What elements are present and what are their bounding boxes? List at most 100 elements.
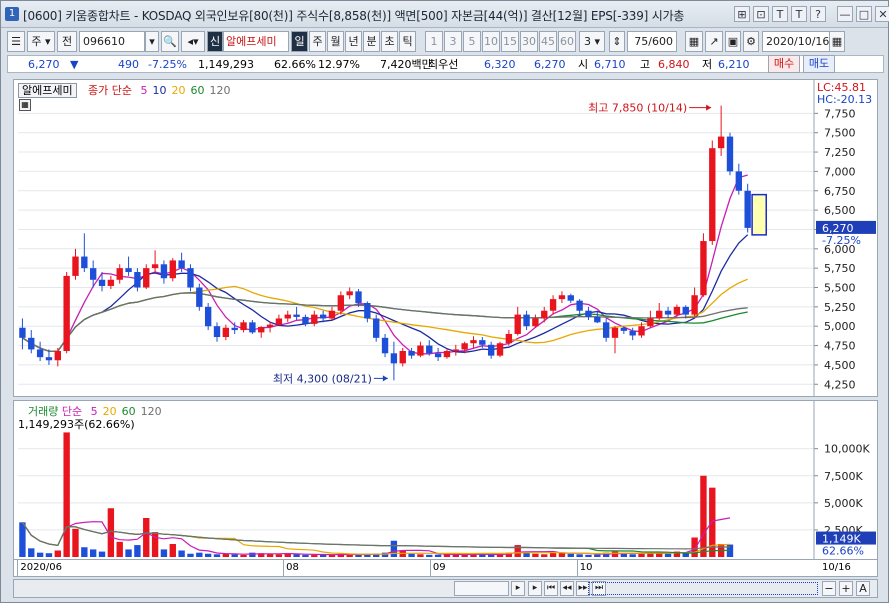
interval-button-10[interactable]: 10 [482, 31, 500, 52]
x-axis-label-0: 2020/06 [20, 562, 62, 573]
rewind-icon[interactable]: ◂◂ [560, 581, 574, 596]
page-count-input[interactable]: 75/600 [627, 31, 677, 52]
period-tab-1[interactable]: 주 [309, 31, 326, 52]
ma-legend-120[interactable]: 120 [209, 84, 230, 97]
volume-bar-58 [532, 553, 539, 557]
period-tab-5[interactable]: 초 [381, 31, 398, 52]
save-icon[interactable]: ▣ [725, 31, 741, 52]
window-list-icon[interactable]: ⊞ [734, 6, 750, 22]
x-axis-tick-2 [429, 560, 431, 576]
interval-button-30[interactable]: 30 [520, 31, 538, 52]
interval-button-60[interactable]: 60 [558, 31, 576, 52]
week-mode-label: 주 [31, 35, 42, 48]
candle-body-3 [45, 357, 53, 361]
volume-value: 1,149,293 [198, 58, 254, 71]
stock-code-dropdown[interactable]: ▾ [145, 31, 159, 52]
zoom-out-icon[interactable]: − [822, 581, 836, 596]
table-icon[interactable]: ▦ [19, 99, 31, 111]
trade-amount: 7,420백만 [380, 58, 432, 71]
interval-button-45[interactable]: 45 [539, 31, 557, 52]
best-quote-label: 최우선 [428, 58, 459, 71]
candle-body-76 [691, 295, 698, 315]
candle-body-52 [479, 340, 486, 345]
period-tab-4[interactable]: 분 [363, 31, 380, 52]
buy-button[interactable]: 매수 [768, 55, 800, 73]
candle-body-45 [417, 345, 424, 356]
period-tab-3[interactable]: 년 [345, 31, 362, 52]
sell-button[interactable]: 매도 [803, 55, 835, 73]
period-tab-0[interactable]: 일 [291, 31, 308, 52]
first-icon[interactable]: ⏮ [544, 581, 558, 596]
maximize-icon[interactable]: □ [856, 6, 872, 22]
candle-body-77 [700, 241, 707, 296]
price-chart-panel[interactable]: 4,250 4,500 4,750 5,000 5,250 5,500 5,750 6,000… [13, 79, 878, 397]
play-icon[interactable]: ▸ [528, 581, 542, 596]
zoom-in-icon[interactable]: + [839, 581, 853, 596]
price-tick-label-10: 6,750 [824, 185, 856, 198]
scroll-right-icon[interactable]: ▸ [511, 581, 525, 596]
volume-bar-64 [585, 554, 592, 557]
window-badge[interactable]: 1 [5, 7, 19, 21]
volume-bar-20 [196, 552, 203, 557]
current-price: 6,270 [28, 58, 60, 71]
interval-button-3[interactable]: 3 [444, 31, 462, 52]
menu-toggle-button[interactable]: ☰ [7, 31, 25, 52]
candle-body-46 [426, 345, 433, 354]
ma-legend-60[interactable]: 60 [190, 84, 204, 97]
period-tab-2[interactable]: 월 [327, 31, 344, 52]
interval-button-5[interactable]: 5 [463, 31, 481, 52]
week-mode-select[interactable]: 주 ▾ [27, 31, 55, 52]
close-icon[interactable]: ✕ [875, 6, 889, 22]
candle-body-19 [187, 268, 194, 288]
link-icon[interactable]: ⊡ [753, 6, 769, 22]
volume-bar-25 [240, 554, 247, 557]
candle-body-34 [319, 314, 327, 319]
volume-chart-svg[interactable]: 2,500K5,000K7,500K10,000K1,149K62.66% [14, 401, 877, 559]
prev-button[interactable]: 전 [57, 31, 77, 52]
volume-bar-13 [134, 545, 141, 557]
volume-bar-2 [36, 552, 44, 557]
volume-bar-4 [54, 550, 61, 557]
candle-body-79 [717, 136, 725, 149]
volume-bar-6 [72, 528, 79, 557]
stock-code-input[interactable]: 096610 [79, 31, 145, 52]
price-stock-label[interactable]: 알에프세미 [18, 83, 77, 98]
scroll-thumb[interactable] [454, 581, 509, 596]
date-input[interactable]: 2020/10/16 [762, 31, 830, 52]
auto-scale-icon[interactable]: A [856, 581, 870, 596]
x-axis: 2020/06 08 09 10 10/16 [13, 560, 878, 577]
volume-bar-9 [98, 551, 106, 557]
calendar-icon[interactable]: ▦ [829, 31, 845, 52]
spin-icon[interactable]: ⇕ [609, 31, 625, 52]
ma-legend-5[interactable]: 5 [140, 84, 147, 97]
minimize-icon[interactable]: — [837, 6, 853, 22]
interval-button-15[interactable]: 15 [501, 31, 519, 52]
search-icon[interactable]: 🔍 [161, 31, 179, 52]
trend-icon[interactable]: ↗ [705, 31, 723, 52]
chart-scrollbar[interactable]: ▸ ▸ ⏮ ◂◂ ▸▸ ⏭ − + A [13, 579, 878, 598]
interval-value-select[interactable]: 3 ▾ [579, 31, 605, 52]
volume-ma-legend-120[interactable]: 120 [141, 405, 162, 418]
price-tick-label-0: 4,250 [824, 378, 856, 391]
period-tab-6[interactable]: 틱 [399, 31, 416, 52]
candle-body-81 [735, 171, 743, 191]
speaker-icon[interactable]: ◂▾ [181, 31, 205, 52]
ma-legend[interactable]: 종가 단순 5 10 20 60 120 [88, 82, 230, 98]
zoom-range-bar[interactable] [588, 582, 818, 595]
high-label: 고 [640, 58, 651, 71]
pin-icon[interactable]: T [772, 6, 788, 22]
candle-body-75 [682, 306, 689, 315]
interval-button-1[interactable]: 1 [425, 31, 443, 52]
text-icon[interactable]: T [791, 6, 807, 22]
ma-legend-10[interactable]: 10 [152, 84, 166, 97]
help-icon[interactable]: ? [810, 6, 826, 22]
settings-icon[interactable]: ⚙ [743, 31, 759, 52]
candle-body-7 [81, 256, 88, 269]
overlay-icon[interactable]: ▦ [685, 31, 703, 52]
high-annotation: 최고 7,850 (10/14) [588, 102, 687, 115]
ma-legend-20[interactable]: 20 [171, 84, 185, 97]
candle-body-21 [204, 306, 212, 327]
price-chart-svg[interactable]: 4,2504,5004,7505,0005,2505,5005,7506,000… [14, 80, 877, 396]
volume-chart-panel[interactable]: 2,500K 5,000K 7,500K 10,000K 1,149K 62.66% 거래… [13, 400, 878, 560]
candle-body-40 [373, 318, 380, 338]
